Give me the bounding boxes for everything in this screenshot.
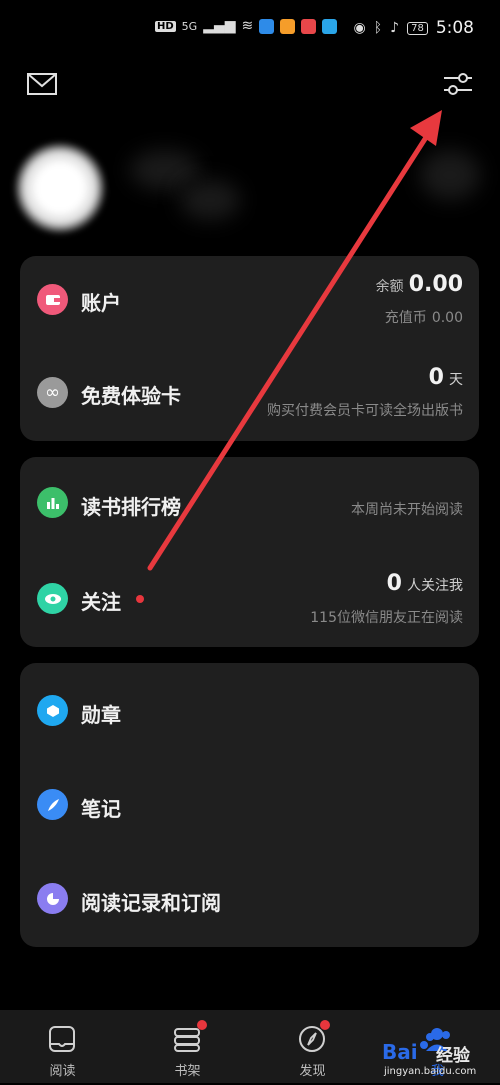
- annotation-arrow: [147, 110, 442, 571]
